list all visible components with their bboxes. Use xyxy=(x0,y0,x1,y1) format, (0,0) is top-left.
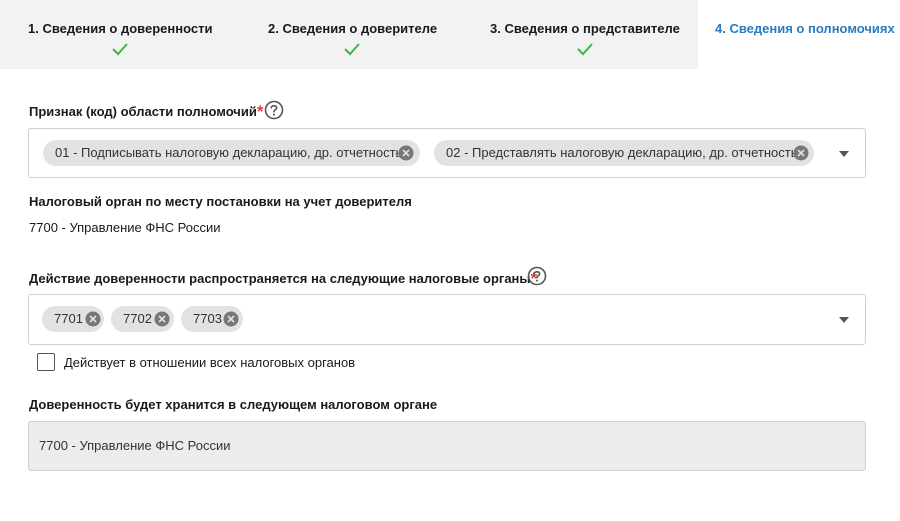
remove-chip-icon[interactable] xyxy=(154,311,170,327)
check-icon xyxy=(112,43,128,56)
tab-authority-info[interactable]: 4. Сведения о полномочиях xyxy=(698,0,900,69)
chip-label: 02 - Представлять налоговую декларацию, … xyxy=(446,145,798,160)
required-mark: * xyxy=(256,102,264,121)
tab-label: 2. Сведения о доверителе xyxy=(268,21,438,36)
steps-tabs: 1. Сведения о доверенности 2. Сведения о… xyxy=(0,0,900,69)
remove-chip-icon[interactable] xyxy=(85,311,101,327)
applies-to-select[interactable]: 7701 7702 7703 xyxy=(28,294,866,345)
all-tax-offices-checkbox[interactable] xyxy=(37,353,55,371)
authority-chip: 02 - Представлять налоговую декларацию, … xyxy=(434,140,814,166)
chip-label: 01 - Подписывать налоговую декларацию, д… xyxy=(55,145,403,160)
tab-label: 4. Сведения о полномочиях xyxy=(715,21,895,36)
authority-code-label: Признак (код) области полномочий* xyxy=(29,101,263,121)
applies-to-label-text: Действие доверенности распространяется н… xyxy=(29,271,531,286)
tax-authority-label: Налоговый орган по месту постановки на у… xyxy=(29,194,412,209)
authority-code-select[interactable]: 01 - Подписывать налоговую декларацию, д… xyxy=(28,128,866,178)
storage-value: 7700 - Управление ФНС России xyxy=(39,438,231,453)
tab-representative-info[interactable]: 3. Сведения о представителе xyxy=(472,0,698,69)
chip-label: 7703 xyxy=(193,311,222,326)
chevron-down-icon[interactable] xyxy=(839,317,849,323)
help-circle-icon[interactable] xyxy=(264,100,284,120)
tab-power-of-attorney-info[interactable]: 1. Сведения о доверенности xyxy=(0,0,240,69)
tab-principal-info[interactable]: 2. Сведения о доверителе xyxy=(240,0,472,69)
applies-to-label: Действие доверенности распространяется н… xyxy=(29,268,537,288)
tax-office-chip: 7702 xyxy=(111,306,174,332)
chip-label: 7701 xyxy=(54,311,83,326)
all-tax-offices-label: Действует в отношении всех налоговых орг… xyxy=(64,355,356,370)
chip-label: 7702 xyxy=(123,311,152,326)
storage-field: 7700 - Управление ФНС России xyxy=(28,421,866,471)
tax-authority-value: 7700 - Управление ФНС России xyxy=(29,220,221,235)
tab-label: 3. Сведения о представителе xyxy=(490,21,680,36)
chevron-down-icon[interactable] xyxy=(839,151,849,157)
check-icon xyxy=(344,43,360,56)
tab-label: 1. Сведения о доверенности xyxy=(28,21,213,36)
authority-chip: 01 - Подписывать налоговую декларацию, д… xyxy=(43,140,420,166)
remove-chip-icon[interactable] xyxy=(398,145,414,161)
help-circle-icon[interactable] xyxy=(527,266,547,286)
remove-chip-icon[interactable] xyxy=(223,311,239,327)
tax-office-chip: 7703 xyxy=(181,306,243,332)
authority-code-label-text: Признак (код) области полномочий xyxy=(29,104,257,119)
remove-chip-icon[interactable] xyxy=(793,145,809,161)
tax-office-chip: 7701 xyxy=(42,306,104,332)
storage-label: Доверенность будет хранится в следующем … xyxy=(29,397,438,412)
check-icon xyxy=(577,43,593,56)
